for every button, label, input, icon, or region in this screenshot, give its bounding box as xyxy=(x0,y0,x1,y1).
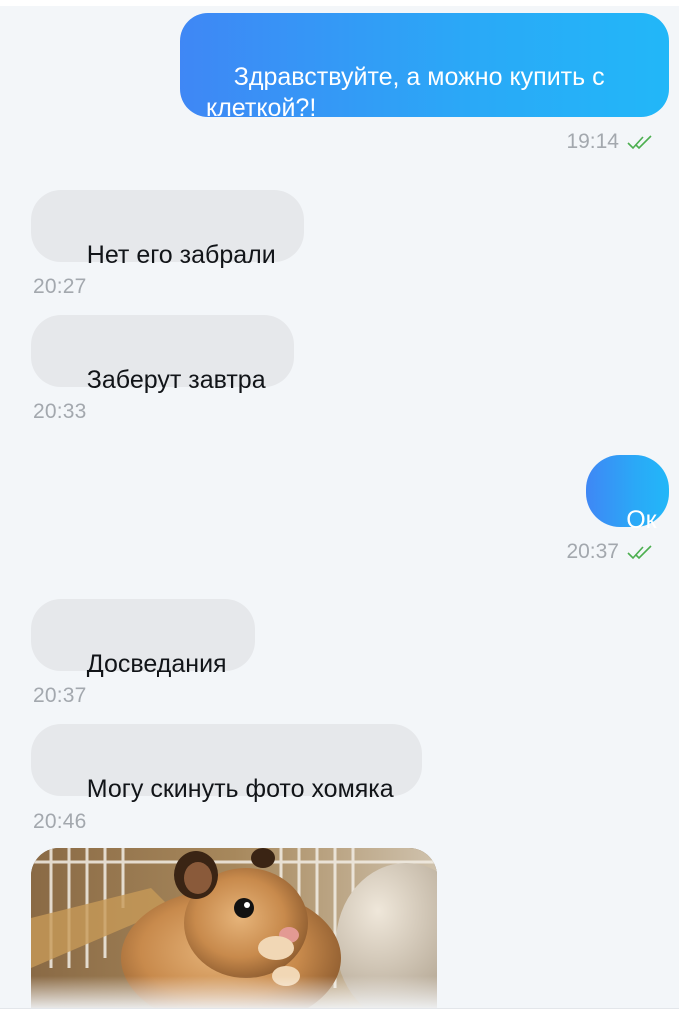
message-time: 20:37 xyxy=(566,540,619,563)
message-bubble-incoming[interactable]: Заберут завтра xyxy=(31,315,294,394)
bottom-bar xyxy=(0,1008,679,1035)
message-text: Заберут завтра xyxy=(86,366,266,394)
message-bubble-incoming[interactable]: Нет его забрали xyxy=(31,190,304,269)
chat-thread: Здравствуйте, а можно купить с клеткой?!… xyxy=(0,0,679,1035)
message-time: 20:37 xyxy=(33,684,87,707)
top-edge xyxy=(0,0,679,6)
message-text: Ок xyxy=(626,506,657,534)
message-bubble-outgoing[interactable]: Здравствуйте, а можно купить с клеткой?! xyxy=(180,13,669,122)
message-meta: 20:37 xyxy=(566,540,653,564)
double-check-icon xyxy=(627,135,652,150)
message-time: 20:33 xyxy=(33,400,87,423)
message-meta: 19:14 xyxy=(566,130,653,154)
message-text: Нет его забрали xyxy=(86,241,276,269)
message-time: 20:27 xyxy=(33,275,87,298)
message-bubble-outgoing[interactable]: Ок xyxy=(586,455,669,534)
message-bubble-incoming[interactable]: Досведания xyxy=(31,599,255,678)
message-text: Могу скинуть фото хомяка xyxy=(86,775,394,803)
hamster-illustration xyxy=(31,848,437,1008)
message-time: 19:14 xyxy=(566,130,619,153)
message-text: Досведания xyxy=(86,650,227,678)
message-bubble-incoming[interactable]: Могу скинуть фото хомяка xyxy=(31,724,422,803)
message-time: 20:46 xyxy=(33,810,87,833)
hamster-photo[interactable] xyxy=(31,848,437,1008)
message-text: Здравствуйте, а можно купить с клеткой?! xyxy=(206,63,605,122)
double-check-icon xyxy=(627,545,652,560)
